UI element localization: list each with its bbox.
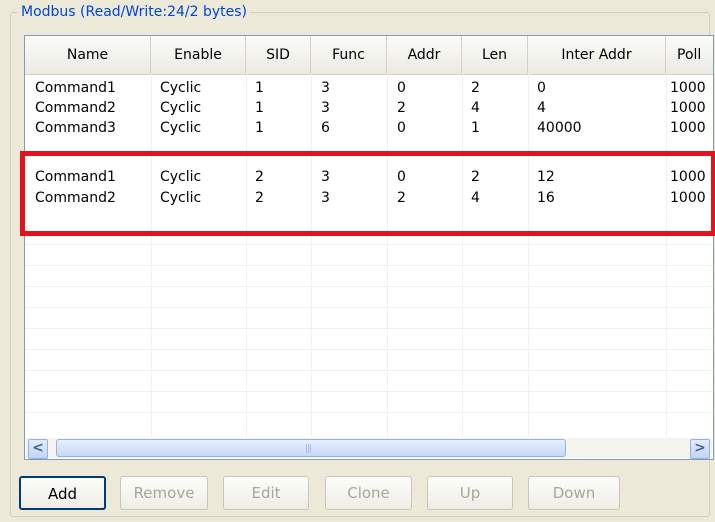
cell-enable: Cyclic xyxy=(160,80,202,96)
command-list[interactable]: Name Enable SID Func Addr Len Inter Addr… xyxy=(24,35,714,460)
clone-button[interactable]: Clone xyxy=(325,476,412,510)
remove-button[interactable]: Remove xyxy=(120,476,208,510)
edit-button[interactable]: Edit xyxy=(223,476,309,510)
cell-func: 3 xyxy=(321,100,330,116)
list-header: Name Enable SID Func Addr Len Inter Addr… xyxy=(25,36,713,75)
grid-line xyxy=(25,265,713,266)
grip-icon: ||| xyxy=(305,444,312,454)
column-header-func[interactable]: Func xyxy=(311,36,387,74)
column-header-sid[interactable]: SID xyxy=(246,36,311,74)
grid-line xyxy=(25,307,713,308)
column-header-addr[interactable]: Addr xyxy=(387,36,462,74)
cell-func: 6 xyxy=(321,120,330,136)
cell-func: 3 xyxy=(321,80,330,96)
cell-enable: Cyclic xyxy=(160,100,202,116)
cell-addr: 2 xyxy=(397,100,406,116)
add-button[interactable]: Add xyxy=(19,476,106,510)
horizontal-scrollbar[interactable]: < ||| > xyxy=(26,438,712,459)
column-header-len[interactable]: Len xyxy=(462,36,528,74)
scrollbar-thumb[interactable]: ||| xyxy=(56,439,566,457)
modbus-group-title: Modbus (Read/Write:24/2 bytes) xyxy=(18,3,250,21)
cell-enable: Cyclic xyxy=(160,120,202,136)
grid-line xyxy=(25,328,713,329)
cell-poll: 1000 xyxy=(670,100,706,116)
table-row[interactable]: Command3 Cyclic 1 6 0 1 40000 1000 xyxy=(25,118,713,138)
cell-len: 4 xyxy=(471,100,480,116)
column-header-enable[interactable]: Enable xyxy=(151,36,246,74)
grid-line xyxy=(25,349,713,350)
cell-poll: 1000 xyxy=(670,80,706,96)
scroll-left-button[interactable]: < xyxy=(28,439,48,459)
cell-name: Command2 xyxy=(35,100,116,116)
grid-line xyxy=(25,391,713,392)
cell-inter-addr: 40000 xyxy=(537,120,582,136)
cell-sid: 1 xyxy=(255,80,264,96)
column-header-poll[interactable]: Poll xyxy=(666,36,713,74)
chevron-left-icon: < xyxy=(32,440,44,456)
cell-addr: 0 xyxy=(397,120,406,136)
grid-line xyxy=(25,244,713,245)
cell-inter-addr: 4 xyxy=(537,100,546,116)
chevron-right-icon: > xyxy=(694,440,706,456)
grid-line xyxy=(25,370,713,371)
cell-sid: 1 xyxy=(255,120,264,136)
up-button[interactable]: Up xyxy=(427,476,513,510)
cell-addr: 0 xyxy=(397,80,406,96)
cell-name: Command3 xyxy=(35,120,116,136)
scroll-right-button[interactable]: > xyxy=(690,439,710,459)
cell-len: 1 xyxy=(471,120,480,136)
cell-sid: 1 xyxy=(255,100,264,116)
cell-inter-addr: 0 xyxy=(537,80,546,96)
column-header-name[interactable]: Name xyxy=(25,36,151,74)
cell-len: 2 xyxy=(471,80,480,96)
grid-line xyxy=(25,412,713,413)
column-header-inter-addr[interactable]: Inter Addr xyxy=(528,36,666,74)
table-row[interactable]: Command2 Cyclic 1 3 2 4 4 1000 xyxy=(25,98,713,118)
grid-line xyxy=(25,286,713,287)
highlight-annotation-box xyxy=(20,151,715,236)
table-row[interactable]: Command1 Cyclic 1 3 0 2 0 1000 xyxy=(25,78,713,98)
down-button[interactable]: Down xyxy=(528,476,620,510)
cell-poll: 1000 xyxy=(670,120,706,136)
cell-name: Command1 xyxy=(35,80,116,96)
